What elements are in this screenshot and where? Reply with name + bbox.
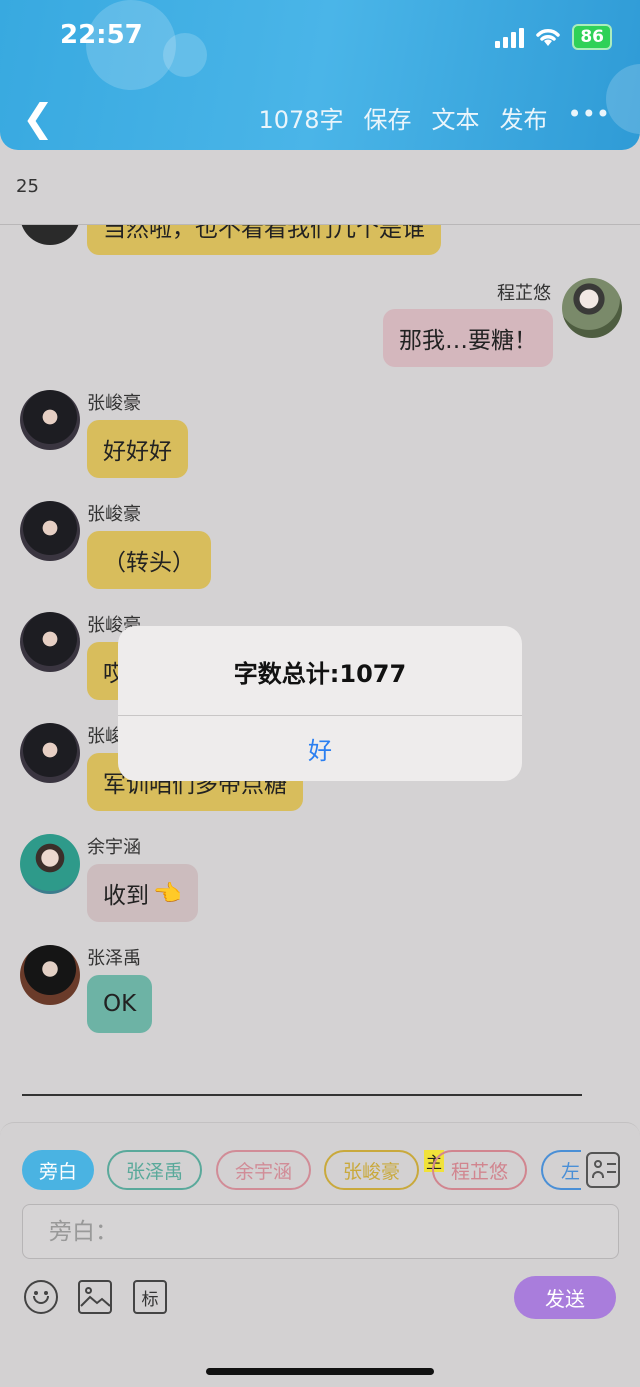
decorative-bubble — [606, 64, 640, 134]
status-icons: 86 — [495, 24, 612, 50]
word-count-label[interactable]: 1078字 — [258, 100, 343, 135]
message-bubble[interactable]: （转头） — [87, 531, 211, 589]
sender-name: 张泽禹 — [87, 948, 141, 969]
home-indicator — [206, 1368, 434, 1375]
chapter-bar: 25 — [0, 150, 640, 225]
image-icon[interactable] — [78, 1280, 112, 1314]
send-button[interactable]: 发送 — [514, 1276, 616, 1319]
avatar[interactable] — [20, 390, 80, 450]
sender-name: 程芷悠 — [497, 283, 551, 304]
message-bubble[interactable]: 那我…要糖！ — [383, 309, 553, 367]
emoji-icon[interactable] — [24, 1280, 58, 1314]
role-chip[interactable]: 张峻豪 — [324, 1150, 419, 1190]
divider-line — [22, 1094, 582, 1096]
sender-name: 张峻豪 — [87, 504, 141, 525]
sender-name: 余宇涵 — [87, 837, 141, 858]
message-bubble[interactable]: 收到 👈 — [87, 864, 198, 922]
avatar[interactable] — [20, 834, 80, 894]
dialog-ok-button[interactable]: 好 — [118, 716, 522, 781]
battery-indicator: 86 — [572, 24, 612, 50]
contact-card-icon[interactable] — [586, 1152, 620, 1188]
top-header: 22:57 86 ❮ 1078字 保存 文本 发布 ••• — [0, 0, 640, 150]
wifi-icon — [536, 29, 561, 46]
message-bubble[interactable]: OK — [87, 975, 153, 1033]
header-actions: 1078字 保存 文本 发布 ••• — [258, 100, 610, 135]
role-chip[interactable]: 程芷悠 — [432, 1150, 527, 1190]
decorative-bubble — [163, 33, 207, 77]
role-chip[interactable]: 左 — [541, 1150, 581, 1190]
save-button[interactable]: 保存 — [364, 100, 412, 135]
cellular-signal-icon — [495, 26, 525, 48]
avatar[interactable] — [20, 723, 80, 783]
message-text: 收到 — [103, 883, 149, 909]
sender-name: 张峻豪 — [87, 393, 141, 414]
avatar[interactable] — [20, 612, 80, 672]
role-chip-narrator[interactable]: 旁白 — [22, 1150, 94, 1190]
avatar[interactable] — [20, 501, 80, 561]
message-bubble[interactable]: 好好好 — [87, 420, 188, 478]
avatar[interactable] — [20, 945, 80, 1005]
word-count-dialog: 字数总计:1077 好 — [118, 626, 522, 781]
role-chip[interactable]: 张泽禹 — [107, 1150, 202, 1190]
avatar[interactable] — [20, 225, 80, 245]
more-icon[interactable]: ••• — [568, 100, 610, 135]
chapter-number: 25 — [16, 176, 39, 197]
text-button[interactable]: 文本 — [432, 100, 480, 135]
tag-button[interactable]: 标 — [133, 1280, 167, 1314]
publish-button[interactable]: 发布 — [500, 100, 548, 135]
avatar[interactable] — [562, 278, 622, 338]
dialog-title: 字数总计:1077 — [233, 660, 407, 688]
message-input[interactable] — [23, 1205, 618, 1258]
status-time: 22:57 — [60, 20, 143, 50]
back-chevron-icon[interactable]: ❮ — [22, 96, 54, 140]
pointing-hand-icon: 👈 — [153, 880, 182, 907]
message-bubble[interactable]: 当然啦，也不看看我们几个是谁 — [87, 225, 441, 255]
role-chip[interactable]: 余宇涵 — [216, 1150, 311, 1190]
message-input-box[interactable] — [22, 1204, 619, 1259]
